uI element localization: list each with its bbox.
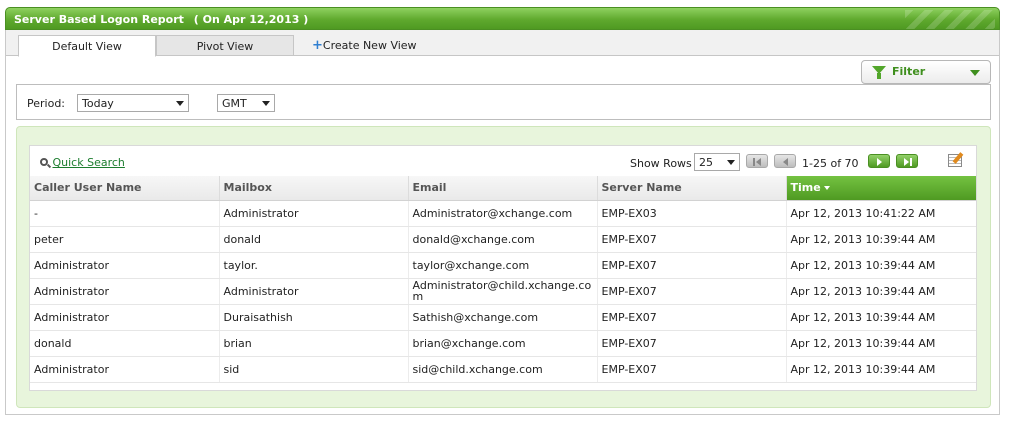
cell-caller: Administrator: [30, 252, 220, 279]
dropdown-arrow-icon: [262, 101, 270, 106]
cell-server: EMP-EX07: [597, 252, 787, 279]
cell-caller: Administrator: [30, 304, 220, 331]
column-header-email[interactable]: Email: [408, 176, 598, 201]
first-page-icon: [756, 158, 761, 166]
create-new-view-link[interactable]: +Create New View: [312, 35, 442, 56]
cell-time: Apr 12, 2013 10:39:44 AM: [786, 304, 976, 331]
filter-button[interactable]: Filter: [861, 60, 991, 84]
cell-caller: Administrator: [30, 278, 220, 305]
cell-time: Apr 12, 2013 10:39:44 AM: [786, 356, 976, 383]
cell-mailbox: taylor.: [219, 252, 409, 279]
quick-search-link[interactable]: Quick Search: [40, 156, 125, 169]
cell-mailbox: Administrator: [219, 278, 409, 305]
last-page-button[interactable]: [896, 154, 918, 168]
first-page-button[interactable]: [746, 154, 768, 168]
prev-page-button[interactable]: [774, 154, 796, 168]
cell-mailbox: donald: [219, 226, 409, 253]
table-header-row: Caller User Name Mailbox Email Server Na…: [30, 176, 976, 201]
tab-default-view[interactable]: Default View: [18, 35, 156, 57]
grid-container: Quick Search Show Rows 25 1-25 of 70 Cal…: [16, 126, 991, 408]
search-icon: [40, 158, 48, 166]
dropdown-arrow-icon: [727, 160, 735, 165]
next-page-button[interactable]: [868, 154, 890, 168]
report-panel: Default View Pivot View +Create New View…: [5, 30, 1000, 415]
cell-mailbox: Duraisathish: [219, 304, 409, 331]
timezone-select[interactable]: GMT: [217, 94, 275, 112]
column-header-caller[interactable]: Caller User Name: [30, 176, 220, 201]
report-date: ( On Apr 12,2013 ): [193, 13, 309, 26]
prev-page-icon: [783, 158, 788, 166]
table-row[interactable]: donald brian brian@xchange.com EMP-EX07 …: [30, 330, 976, 357]
period-select[interactable]: Today: [77, 94, 189, 112]
report-table: Caller User Name Mailbox Email Server Na…: [30, 176, 976, 383]
table-row[interactable]: Administrator Duraisathish Sathish@xchan…: [30, 304, 976, 331]
cell-caller: -: [30, 200, 220, 227]
cell-mailbox: Administrator: [219, 200, 409, 227]
cell-time: Apr 12, 2013 10:39:44 AM: [786, 278, 976, 305]
tab-pivot-view[interactable]: Pivot View: [156, 35, 294, 56]
cell-email: Administrator@xchange.com: [408, 200, 598, 227]
report-title: Server Based Logon Report: [14, 13, 184, 26]
last-page-icon: [904, 158, 909, 166]
cell-email: brian@xchange.com: [408, 330, 598, 357]
report-title-bar: Server Based Logon Report ( On Apr 12,20…: [5, 7, 1000, 30]
cell-mailbox: sid: [219, 356, 409, 383]
view-tabs: Default View Pivot View +Create New View: [6, 30, 999, 57]
period-label: Period:: [27, 97, 66, 110]
dropdown-arrow-icon: [176, 101, 184, 106]
cell-server: EMP-EX07: [597, 226, 787, 253]
cell-email: taylor@xchange.com: [408, 252, 598, 279]
table-row[interactable]: Administrator sid sid@child.xchange.com …: [30, 356, 976, 383]
cell-server: EMP-EX07: [597, 278, 787, 305]
title-bar-decoration: [905, 10, 995, 29]
cell-caller: donald: [30, 330, 220, 357]
cell-mailbox: brian: [219, 330, 409, 357]
cell-email: sid@child.xchange.com: [408, 356, 598, 383]
table-row[interactable]: - Administrator Administrator@xchange.co…: [30, 200, 976, 227]
cell-email: Administrator@child.xchange.com: [408, 278, 598, 305]
cell-time: Apr 12, 2013 10:39:44 AM: [786, 252, 976, 279]
table-row[interactable]: Administrator taylor. taylor@xchange.com…: [30, 252, 976, 279]
next-page-icon: [877, 158, 882, 166]
column-header-mailbox[interactable]: Mailbox: [219, 176, 409, 201]
chevron-down-icon: [970, 70, 980, 76]
rows-per-page-select[interactable]: 25: [694, 153, 740, 171]
column-header-time[interactable]: Time: [786, 176, 976, 201]
cell-server: EMP-EX07: [597, 356, 787, 383]
table-row[interactable]: peter donald donald@xchange.com EMP-EX07…: [30, 226, 976, 253]
cell-server: EMP-EX03: [597, 200, 787, 227]
cell-email: Sathish@xchange.com: [408, 304, 598, 331]
column-header-server[interactable]: Server Name: [597, 176, 787, 201]
cell-caller: peter: [30, 226, 220, 253]
cell-server: EMP-EX07: [597, 330, 787, 357]
cell-email: donald@xchange.com: [408, 226, 598, 253]
report-grid: Quick Search Show Rows 25 1-25 of 70 Cal…: [29, 145, 977, 391]
column-chooser-icon[interactable]: [948, 152, 966, 168]
filter-label: Filter: [892, 65, 926, 78]
show-rows-label: Show Rows: [630, 157, 692, 170]
grid-toolbar: Quick Search Show Rows 25 1-25 of 70: [30, 146, 976, 176]
cell-server: EMP-EX07: [597, 304, 787, 331]
table-row[interactable]: Administrator Administrator Administrato…: [30, 278, 976, 305]
cell-time: Apr 12, 2013 10:39:44 AM: [786, 330, 976, 357]
cell-time: Apr 12, 2013 10:39:44 AM: [786, 226, 976, 253]
cell-caller: Administrator: [30, 356, 220, 383]
cell-time: Apr 12, 2013 10:41:22 AM: [786, 200, 976, 227]
page-info: 1-25 of 70: [802, 157, 859, 170]
plus-icon: +: [312, 38, 323, 53]
sort-descending-icon: [823, 186, 830, 191]
period-bar: Period: Today GMT: [16, 84, 991, 120]
